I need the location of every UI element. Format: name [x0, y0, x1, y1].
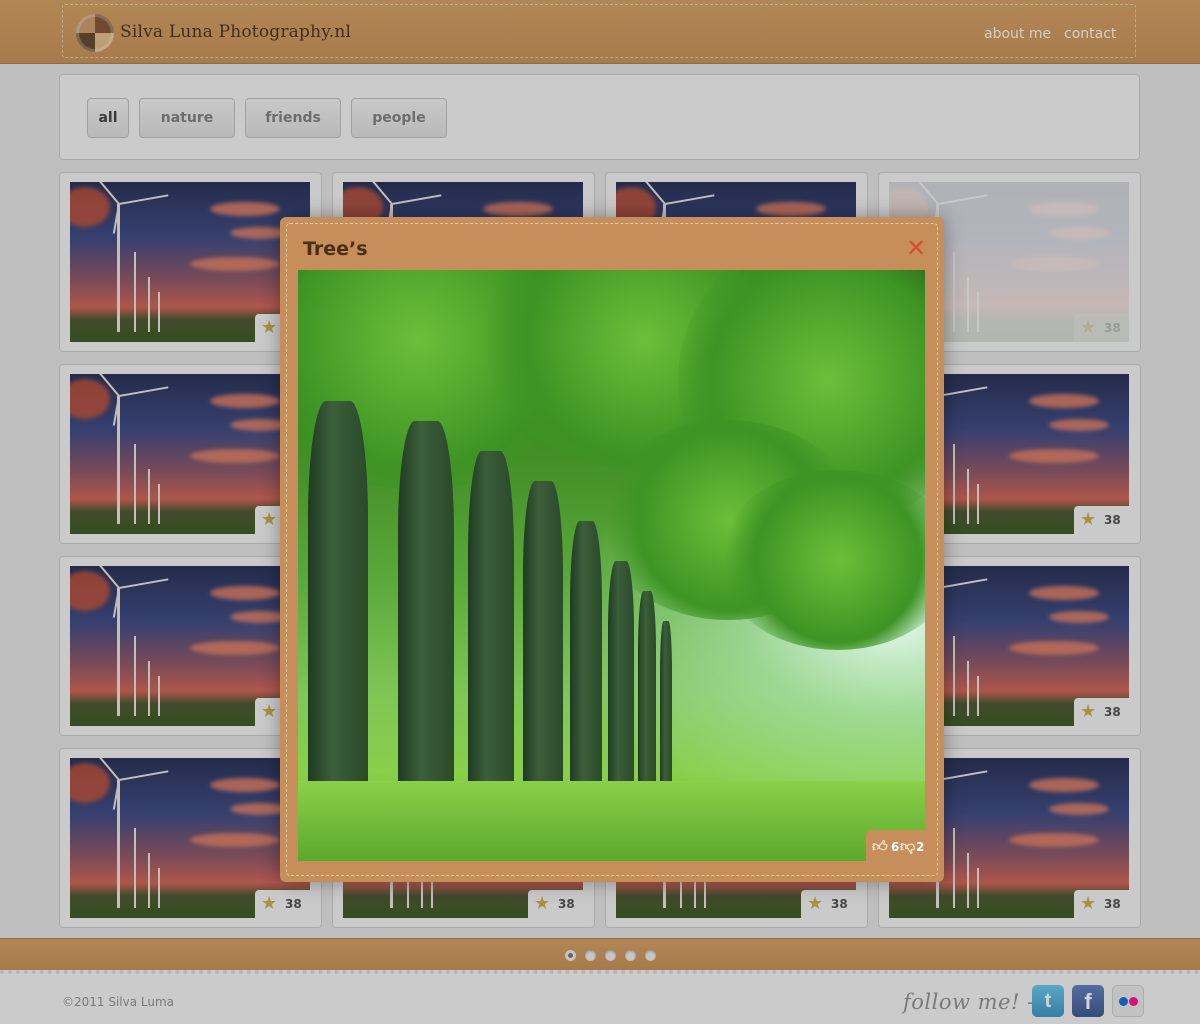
likes-count: 6 — [891, 840, 900, 854]
thumbs-down-icon[interactable]: 👎︎ — [900, 837, 915, 856]
dislikes-count: 2 — [916, 840, 925, 854]
photo-modal: Tree’s ✕ 👍︎ 6 👎︎ 2 — [280, 217, 944, 882]
modal-title: Tree’s — [303, 238, 368, 260]
vote-badge: 👍︎ 6 👎︎ 2 — [866, 830, 926, 862]
modal-photo — [298, 270, 925, 861]
thumbs-up-icon[interactable]: 👍︎ — [872, 837, 888, 856]
close-icon[interactable]: ✕ — [904, 236, 928, 261]
